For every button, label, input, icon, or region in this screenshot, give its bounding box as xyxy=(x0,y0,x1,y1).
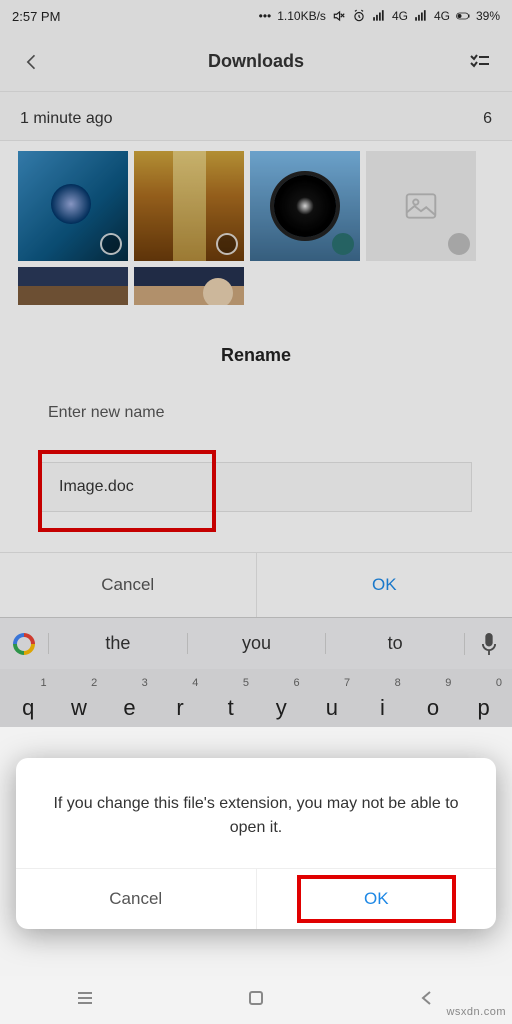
thumbnail-placeholder[interactable] xyxy=(366,151,476,261)
rename-title: Rename xyxy=(0,345,512,366)
section-label: 1 minute ago xyxy=(20,110,113,128)
signal2-icon xyxy=(414,9,428,23)
back-button[interactable] xyxy=(20,50,44,74)
home-button[interactable] xyxy=(246,988,266,1013)
section-header: 1 minute ago 6 xyxy=(0,92,512,141)
rename-ok-button[interactable]: OK xyxy=(257,553,512,617)
app-header: Downloads xyxy=(0,32,512,92)
extension-warning-dialog: If you change this file's extension, you… xyxy=(16,758,496,929)
keyboard-suggestion-bar: the you to xyxy=(0,617,512,669)
thumbnail[interactable] xyxy=(18,151,128,261)
keyboard-row: 1q2w3e4r5t6y7u8i9o0p xyxy=(0,669,512,727)
status-bar: 2:57 PM ••• 1.10KB/s 4G 4G 39% xyxy=(0,0,512,32)
suggestion[interactable]: you xyxy=(187,633,326,654)
battery-icon xyxy=(456,9,470,23)
select-circle-icon[interactable] xyxy=(448,233,470,255)
rename-label: Enter new name xyxy=(0,404,512,422)
status-net2: 4G xyxy=(434,9,450,23)
google-icon[interactable] xyxy=(0,633,48,655)
key-u[interactable]: 7u xyxy=(308,675,357,727)
watermark: wsxdn.com xyxy=(446,1006,506,1018)
thumbnail[interactable] xyxy=(250,151,360,261)
dialog-button-row: Cancel OK xyxy=(16,868,496,929)
alarm-icon xyxy=(352,9,366,23)
dialog-cancel-button[interactable]: Cancel xyxy=(16,869,257,929)
rename-input[interactable] xyxy=(40,462,472,512)
thumbnail[interactable] xyxy=(134,267,244,305)
thumbnail[interactable] xyxy=(134,151,244,261)
select-circle-icon[interactable] xyxy=(332,233,354,255)
section-count: 6 xyxy=(483,110,492,128)
key-y[interactable]: 6y xyxy=(257,675,306,727)
recents-button[interactable] xyxy=(75,988,95,1013)
mic-icon[interactable] xyxy=(464,633,512,655)
suggestion[interactable]: the xyxy=(48,633,187,654)
status-time: 2:57 PM xyxy=(12,9,60,24)
key-q[interactable]: 1q xyxy=(4,675,53,727)
mute-icon xyxy=(332,9,346,23)
suggestion[interactable]: to xyxy=(325,633,464,654)
key-i[interactable]: 8i xyxy=(358,675,407,727)
key-t[interactable]: 5t xyxy=(206,675,255,727)
multiselect-icon[interactable] xyxy=(468,50,492,74)
key-w[interactable]: 2w xyxy=(55,675,104,727)
status-speed: 1.10KB/s xyxy=(277,9,326,23)
select-circle-icon[interactable] xyxy=(216,233,238,255)
rename-button-row: Cancel OK xyxy=(0,552,512,617)
dialog-message: If you change this file's extension, you… xyxy=(16,758,496,868)
status-battery: 39% xyxy=(476,9,500,23)
key-e[interactable]: 3e xyxy=(105,675,154,727)
key-o[interactable]: 9o xyxy=(409,675,458,727)
select-circle-icon[interactable] xyxy=(100,233,122,255)
rename-cancel-button[interactable]: Cancel xyxy=(0,553,257,617)
nav-back-button[interactable] xyxy=(417,988,437,1013)
rename-input-wrap xyxy=(40,462,472,512)
key-r[interactable]: 4r xyxy=(156,675,205,727)
page-title: Downloads xyxy=(208,51,304,72)
status-net1: 4G xyxy=(392,9,408,23)
thumbnail[interactable] xyxy=(18,267,128,305)
key-p[interactable]: 0p xyxy=(459,675,508,727)
rename-panel: Rename Enter new name Cancel OK xyxy=(0,315,512,617)
dialog-ok-button[interactable]: OK xyxy=(257,869,497,929)
system-nav-bar xyxy=(0,976,512,1024)
thumbnail-grid xyxy=(0,141,512,315)
status-more-icon: ••• xyxy=(259,9,272,23)
signal-icon xyxy=(372,9,386,23)
